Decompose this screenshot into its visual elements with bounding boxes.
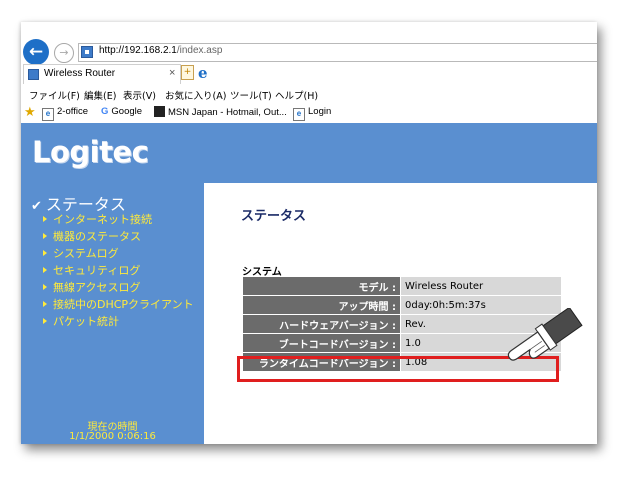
sidebar: ✔ ステータス インターネット接続 機器のステータス システムログ セキュリティロ… [21,183,204,444]
favorites-bar: ★ e 2-office G Google MSN Japan - Hotmail,… [21,103,597,122]
fav-google[interactable]: G Google [101,106,142,117]
ie-page-icon: e [42,108,54,121]
tab-label: Wireless Router [44,68,116,79]
triangle-bullet-icon [43,216,47,222]
fav-login[interactable]: e Login [293,106,331,121]
triangle-bullet-icon [43,284,47,290]
tab-wireless-router[interactable]: Wireless Router × [23,64,181,84]
forward-arrow-icon[interactable]: → [54,43,74,63]
page-title: ステータス [241,209,307,224]
favorites-star-icon[interactable]: ★ [24,104,36,120]
triangle-bullet-icon [43,301,47,307]
address-row: ← → http://192.168.2.1/index.asp [21,22,597,65]
menu-view[interactable]: 表示(V) [123,88,156,102]
row-key: ハードウェアバージョン : [243,315,400,333]
sidebar-item-system-log[interactable]: システムログ [43,245,119,261]
fav-2-office[interactable]: e 2-office [42,106,88,121]
row-value: Wireless Router [401,277,561,295]
tab-favicon-icon [28,69,39,80]
ie-logo-icon: e [198,64,208,82]
fav-msn[interactable]: MSN Japan - Hotmail, Out... [154,106,287,118]
sidebar-item-wireless-log[interactable]: 無線アクセスログ [43,279,140,295]
sidebar-item-security-log[interactable]: セキュリティログ [43,262,140,278]
sidebar-item-device-status[interactable]: 機器のステータス [43,228,141,244]
row-key: ブートコードバージョン : [243,334,400,352]
header-band: Logitec [21,123,597,183]
sidebar-item-dhcp-clients[interactable]: 接続中のDHCPクライアント [43,296,194,312]
back-arrow-icon[interactable]: ← [23,39,49,65]
address-bar[interactable]: http://192.168.2.1/index.asp [78,43,597,62]
tab-row: Wireless Router × + e [21,64,597,84]
menu-help[interactable]: ヘルプ(H) [275,88,318,102]
url-text: http://192.168.2.1/index.asp [99,45,223,56]
menu-edit[interactable]: 編集(E) [84,88,116,102]
row-key: モデル : [243,277,400,295]
menu-tools[interactable]: ツール(T) [230,88,272,102]
row-key: アップ時間 : [243,296,400,314]
triangle-bullet-icon [43,250,47,256]
logitec-logo: Logitec [32,135,149,169]
triangle-bullet-icon [43,318,47,324]
menu-favorites[interactable]: お気に入り(A) [165,88,226,102]
page-icon [81,46,93,58]
triangle-bullet-icon [43,233,47,239]
msn-icon [154,106,165,117]
sidebar-item-internet[interactable]: インターネット接続 [43,211,152,227]
google-icon: G [101,106,109,117]
triangle-bullet-icon [43,267,47,273]
current-time-value: 1/1/2000 0:06:16 [69,431,156,442]
tab-close-icon[interactable]: × [169,67,175,79]
sidebar-item-packet-stats[interactable]: パケット統計 [43,313,119,329]
new-tab-icon[interactable]: + [181,65,194,80]
menu-bar: ファイル(F) 編集(E) 表示(V) お気に入り(A) ツール(T) ヘルプ(… [21,85,597,103]
table-row: モデル : Wireless Router [243,277,561,295]
menu-file[interactable]: ファイル(F) [29,88,80,102]
check-icon: ✔ [31,199,42,214]
ie-page-icon: e [293,108,305,121]
pointing-hand-icon [507,308,583,361]
